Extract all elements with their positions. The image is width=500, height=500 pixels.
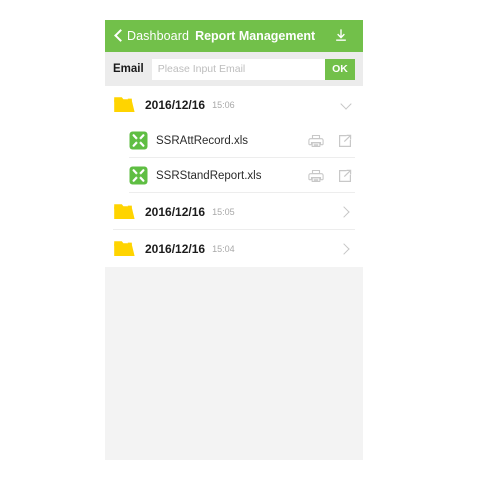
email-input[interactable] bbox=[151, 58, 325, 80]
chevron-left-icon bbox=[113, 29, 125, 43]
folder-row[interactable]: 2016/12/16 15:05 bbox=[105, 193, 363, 230]
xls-file-icon bbox=[129, 166, 148, 185]
report-list: 2016/12/16 15:06 SSRAttRecord.xls SSRSta… bbox=[105, 86, 363, 460]
chevron-right-icon[interactable] bbox=[339, 205, 353, 219]
file-name: SSRStandReport.xls bbox=[156, 169, 262, 182]
folder-icon bbox=[114, 204, 135, 219]
folder-date: 2016/12/16 bbox=[145, 241, 206, 256]
empty-area bbox=[105, 267, 363, 460]
share-export-icon[interactable] bbox=[337, 168, 353, 184]
folder-icon bbox=[114, 97, 135, 112]
folder-time: 15:06 bbox=[212, 99, 235, 110]
ok-button[interactable]: OK bbox=[325, 58, 355, 80]
folder-date: 2016/12/16 bbox=[145, 204, 206, 219]
download-button[interactable] bbox=[331, 26, 351, 46]
email-label: Email bbox=[113, 63, 144, 75]
printer-icon[interactable] bbox=[308, 168, 324, 184]
folder-time: 15:05 bbox=[212, 206, 235, 217]
chevron-down-icon[interactable] bbox=[339, 98, 353, 112]
email-bar: Email OK bbox=[105, 52, 363, 86]
page-title: Report Management bbox=[195, 29, 316, 43]
phone-frame: Dashboard Report Management Email OK 201 bbox=[105, 20, 363, 460]
file-name: SSRAttRecord.xls bbox=[156, 134, 249, 147]
folder-row[interactable]: 2016/12/16 15:04 bbox=[105, 230, 363, 267]
folder-icon bbox=[114, 241, 135, 256]
folder-row[interactable]: 2016/12/16 15:06 bbox=[105, 86, 363, 123]
back-button-label: Dashboard bbox=[127, 29, 190, 43]
xls-file-icon bbox=[129, 131, 148, 150]
file-row[interactable]: SSRStandReport.xls bbox=[105, 158, 363, 193]
printer-icon[interactable] bbox=[308, 133, 324, 149]
download-icon bbox=[336, 29, 346, 41]
chevron-right-icon[interactable] bbox=[339, 242, 353, 256]
share-export-icon[interactable] bbox=[337, 133, 353, 149]
back-button[interactable]: Dashboard bbox=[113, 29, 189, 43]
file-actions bbox=[308, 133, 353, 149]
file-actions bbox=[308, 168, 353, 184]
folder-time: 15:04 bbox=[212, 243, 235, 254]
folder-date: 2016/12/16 bbox=[145, 97, 206, 112]
file-row[interactable]: SSRAttRecord.xls bbox=[105, 123, 363, 158]
app-header: Dashboard Report Management bbox=[105, 20, 363, 52]
